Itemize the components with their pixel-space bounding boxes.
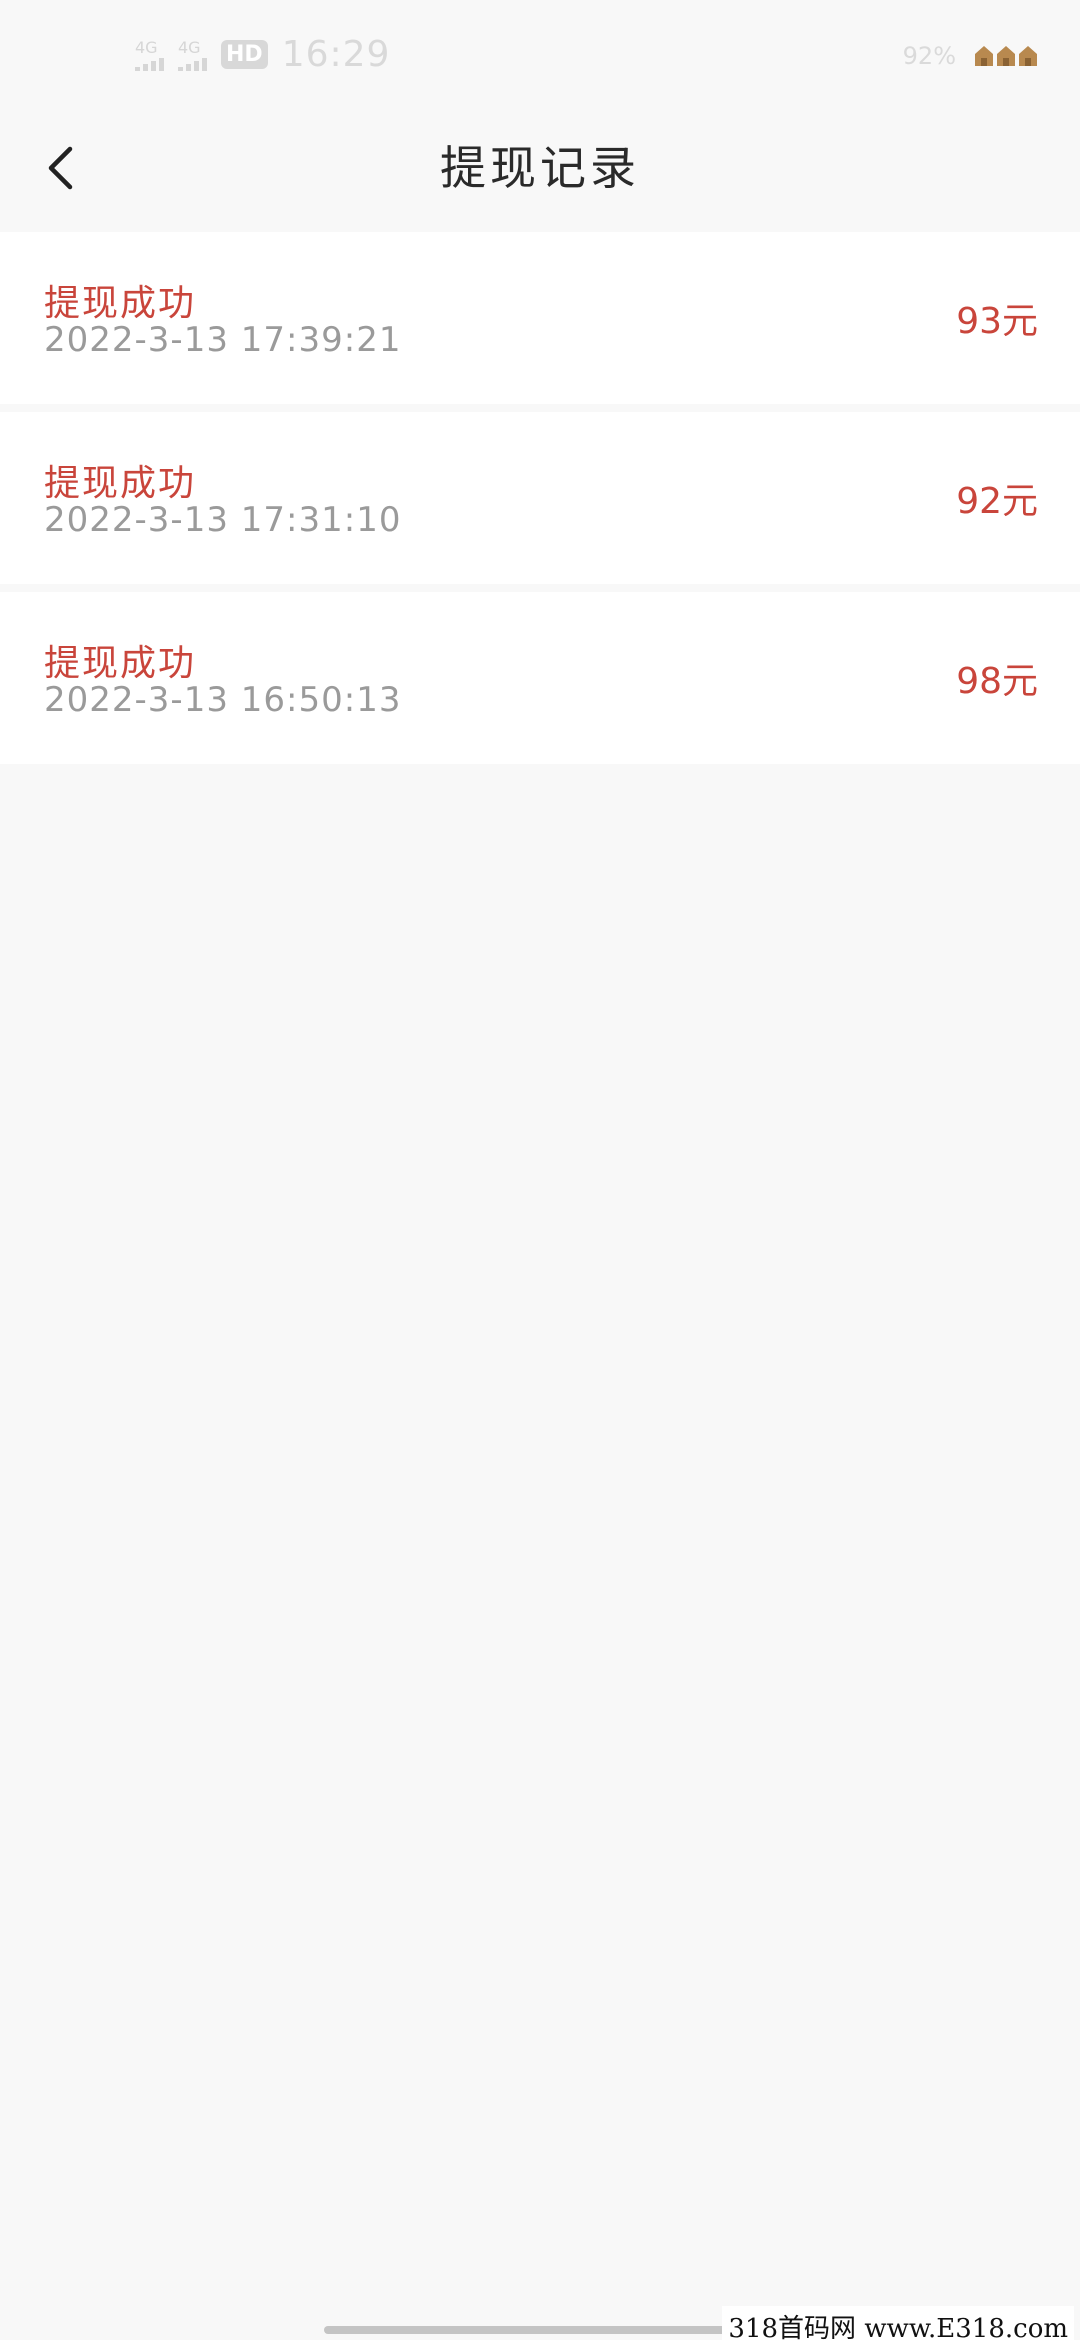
page-title: 提现记录 [440, 141, 640, 195]
record-amount: 92元 [956, 481, 1038, 522]
status-bar: 4G 4G HD 16:29 92% [0, 0, 1080, 110]
signal-bars-icon [135, 57, 164, 71]
record-status: 提现成功 [44, 283, 197, 324]
status-right: 92% [903, 42, 1038, 70]
battery-percent: 92% [902, 42, 956, 70]
record-amount: 93元 [956, 301, 1038, 342]
screen: 4G 4G HD 16:29 92% 提现记录 提现成功 2022-3-13 1… [0, 0, 1080, 2340]
hd-badge: HD [221, 40, 268, 69]
record-time: 2022-3-13 17:31:10 [44, 500, 402, 540]
list-item[interactable]: 提现成功 2022-3-13 16:50:13 98元 [0, 592, 1080, 764]
home-indicator[interactable] [324, 2326, 756, 2334]
network-label-1: 4G [135, 37, 158, 57]
record-status: 提现成功 [44, 643, 197, 684]
record-amount: 98元 [956, 661, 1038, 702]
record-time: 2022-3-13 17:39:21 [44, 320, 402, 360]
house-battery-icon [974, 45, 1038, 67]
status-time: 16:29 [281, 34, 391, 75]
watermark: 318首码网 www.E318.com [722, 2306, 1074, 2340]
list-item[interactable]: 提现成功 2022-3-13 17:39:21 93元 [0, 232, 1080, 404]
record-status: 提现成功 [44, 463, 197, 504]
signal-1: 4G [135, 37, 164, 71]
list-item[interactable]: 提现成功 2022-3-13 17:31:10 92元 [0, 412, 1080, 584]
nav-bar: 提现记录 [0, 110, 1080, 232]
withdrawal-record-list: 提现成功 2022-3-13 17:39:21 93元 提现成功 2022-3-… [0, 232, 1080, 772]
record-time: 2022-3-13 16:50:13 [44, 680, 402, 720]
signal-bars-icon [178, 57, 207, 71]
network-label-2: 4G [178, 37, 201, 57]
status-left: 4G 4G HD 16:29 [135, 34, 390, 75]
signal-2: 4G [178, 37, 207, 71]
